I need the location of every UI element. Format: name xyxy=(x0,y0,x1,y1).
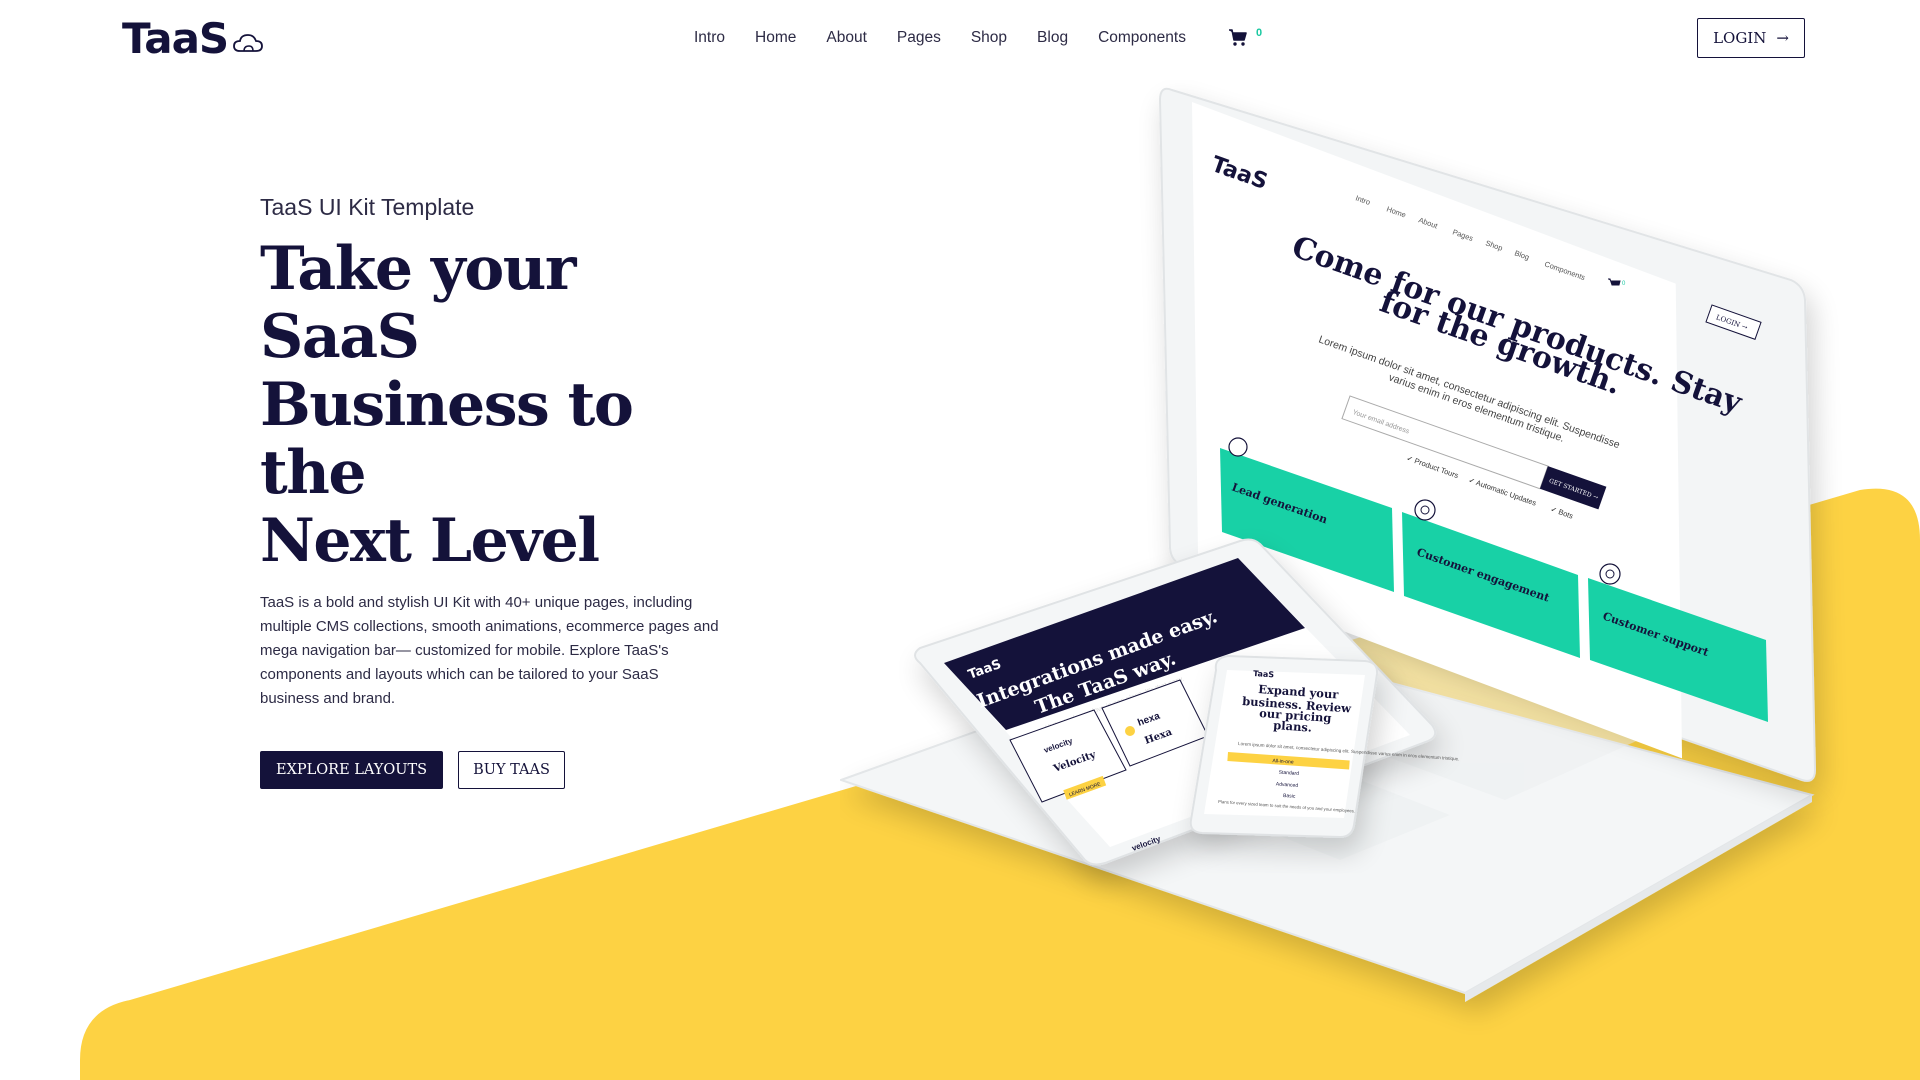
login-button-label: LOGIN xyxy=(1713,29,1767,47)
hero-description: TaaS is a bold and stylish UI Kit with 4… xyxy=(260,594,719,707)
hero-headline-line-1: Take your SaaS xyxy=(260,234,577,372)
shopping-cart-icon xyxy=(1228,29,1247,46)
nav-link-about[interactable]: About xyxy=(826,29,867,47)
explore-layouts-button[interactable]: EXPLORE LAYOUTS xyxy=(260,751,444,789)
nav-link-components[interactable]: Components xyxy=(1098,29,1186,47)
nav-link-shop[interactable]: Shop xyxy=(971,29,1007,47)
main-nav: Intro Home About Pages Shop Blog Compone… xyxy=(694,27,1263,47)
lifebuoy-icon xyxy=(1599,563,1621,585)
nav-link-pages[interactable]: Pages xyxy=(897,29,941,47)
hero-headline-line-2: Business to the xyxy=(260,370,634,508)
brand-logo[interactable]: TaaS xyxy=(122,14,264,63)
hero-headline-line-3: Next Level xyxy=(260,506,600,576)
cart-button[interactable]: 0 xyxy=(1228,27,1263,47)
arrow-right-icon: → xyxy=(1776,29,1789,47)
svg-text:Basic: Basic xyxy=(1283,793,1296,800)
brand-name: TaaS xyxy=(122,14,229,63)
funnel-icon xyxy=(1228,437,1248,457)
phone-heading-line-4: plans. xyxy=(1273,718,1313,735)
hexa-logo-icon xyxy=(1125,726,1135,736)
phone-logo: TaaS xyxy=(1253,669,1275,679)
buy-taas-button[interactable]: BUY TAAS xyxy=(458,751,565,789)
target-icon xyxy=(1414,499,1436,521)
device-mockup-illustration: TaaS Intro Home About Pages Shop Blog Co… xyxy=(840,87,1817,1002)
cart-count-badge: 0 xyxy=(1255,27,1263,39)
navbar: TaaS Intro Home About Pages Shop Blog Co… xyxy=(0,0,1920,80)
login-button[interactable]: LOGIN → xyxy=(1697,18,1805,58)
hero-buttons: EXPLORE LAYOUTS BUY TAAS xyxy=(260,751,740,789)
nav-link-home[interactable]: Home xyxy=(755,29,796,47)
hero-eyebrow: TaaS UI Kit Template xyxy=(260,194,475,220)
nav-link-intro[interactable]: Intro xyxy=(694,29,725,47)
hero-headline: Take your SaaS Business to the Next Leve… xyxy=(260,235,740,575)
nav-link-blog[interactable]: Blog xyxy=(1037,29,1068,47)
cloud-icon xyxy=(233,33,264,52)
hero-section: TaaS UI Kit Template Take your SaaS Busi… xyxy=(260,194,740,789)
